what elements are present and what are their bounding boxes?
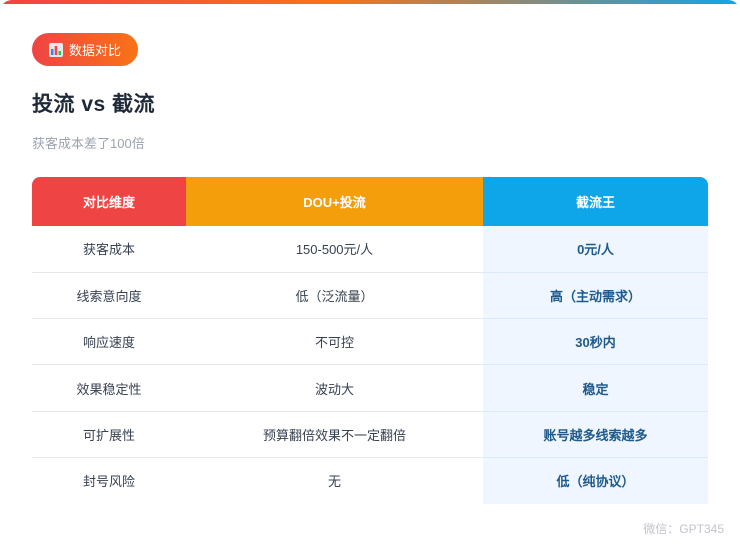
table-row: 可扩展性 预算翻倍效果不一定翻倍 账号越多线索越多 (32, 411, 708, 458)
table-row: 线索意向度 低（泛流量） 高（主动需求） (32, 272, 708, 320)
cell-jieliu: 低（纯协议） (483, 457, 708, 504)
cell-dimension: 响应速度 (32, 318, 186, 366)
cell-dimension: 获客成本 (32, 226, 186, 273)
watermark: 微信：GPT345 (643, 522, 724, 536)
page-subtitle: 获客成本差了100倍 (32, 136, 145, 151)
cell-dou: 150-500元/人 (186, 226, 483, 273)
cell-jieliu: 高（主动需求） (483, 272, 708, 320)
cell-dou: 无 (327, 474, 341, 490)
cell-jieliu: 稳定 (483, 364, 708, 412)
category-tag: 数据对比 (32, 33, 138, 66)
cell-dou: 波动大 (186, 364, 483, 412)
cell-jieliu: 30秒内 (483, 318, 708, 366)
bar-chart-icon (48, 42, 63, 57)
top-gradient-bar (0, 0, 740, 4)
cell-dimension: 线索意向度 (32, 272, 186, 320)
comparison-table: 对比维度 DOU+投流 截流王 获客成本 150-500元/人 0元/人 线索意… (32, 177, 708, 504)
cell-jieliu: 账号越多线索越多 (483, 411, 708, 458)
header-jieliu: 截流王 (483, 177, 708, 226)
header-dimension: 对比维度 (32, 177, 186, 226)
comparison-card: 数据对比 投流 vs 截流 获客成本差了100倍 对比维度 DOU+投流 截流王… (0, 0, 740, 551)
cell-dou: 低（泛流量） (186, 272, 483, 320)
page-title: 投流 vs 截流 (32, 93, 156, 116)
table-row: 响应速度 不可控 30秒内 (32, 318, 708, 366)
comparison-table-container: 对比维度 DOU+投流 截流王 获客成本 150-500元/人 0元/人 线索意… (32, 177, 708, 504)
table-row: 获客成本 150-500元/人 0元/人 (32, 226, 708, 273)
table-row: 封号风险 无 低（纯协议） (32, 457, 708, 504)
cell-dimension: 封号风险 (82, 474, 135, 490)
header-dou: DOU+投流 (186, 177, 483, 226)
cell-dou: 预算翻倍效果不一定翻倍 (186, 411, 483, 458)
cell-dimension: 可扩展性 (32, 411, 186, 458)
table-row: 效果稳定性 波动大 稳定 (32, 364, 708, 412)
cell-dou: 不可控 (186, 318, 483, 366)
cell-jieliu: 0元/人 (483, 226, 708, 273)
tag-label: 数据对比 (68, 43, 121, 58)
cell-dimension: 效果稳定性 (32, 364, 186, 412)
table-header-row: 对比维度 DOU+投流 截流王 (32, 177, 708, 226)
